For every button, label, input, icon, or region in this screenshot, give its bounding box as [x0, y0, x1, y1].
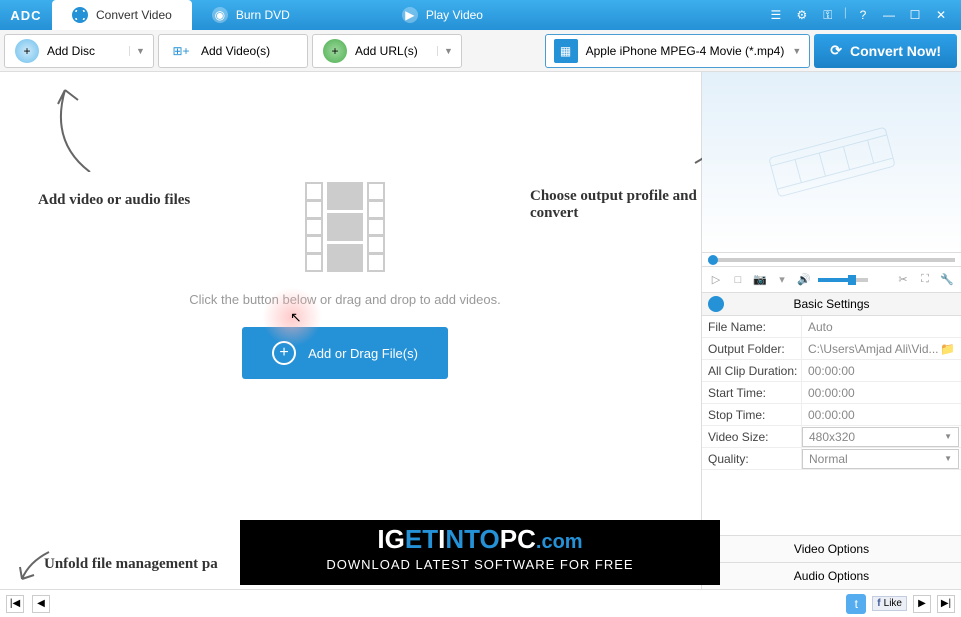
- output-profile-dropdown[interactable]: ▦ Apple iPhone MPEG-4 Movie (*.mp4) ▼: [545, 34, 811, 68]
- nav-prev-icon[interactable]: ◀: [32, 595, 50, 613]
- side-panel: ▷ □ 📷 ▾ 🔊 ✂ ⛶ 🔧 Basic Settings File Name…: [701, 72, 961, 589]
- add-drag-files-button[interactable]: + Add or Drag File(s): [242, 327, 448, 379]
- hint-add-files: Add video or audio files: [38, 192, 190, 209]
- button-label: Add Disc: [47, 44, 121, 58]
- disc-icon: ◉: [212, 7, 228, 23]
- setting-output-folder: Output Folder: C:\Users\Amjad Ali\Vid...…: [702, 338, 961, 360]
- add-urls-button[interactable]: + Add URL(s) ▼: [312, 34, 462, 68]
- video-add-icon: ⊞+: [169, 39, 193, 63]
- tab-play-video[interactable]: ▶ Play Video: [382, 0, 572, 30]
- key-icon[interactable]: ⚿: [818, 5, 838, 25]
- setting-stop-time: Stop Time: 00:00:00: [702, 404, 961, 426]
- profile-icon: ▦: [554, 39, 578, 63]
- setting-video-size: Video Size: 480x320 ▼: [702, 426, 961, 448]
- refresh-icon: ⟳: [830, 42, 842, 59]
- chevron-down-icon: ▼: [944, 432, 952, 441]
- plus-icon: +: [272, 341, 296, 365]
- menu-icon[interactable]: ☰: [766, 5, 786, 25]
- refresh-icon[interactable]: [708, 296, 724, 312]
- play-icon[interactable]: ▷: [708, 272, 724, 288]
- nav-first-icon[interactable]: |◀: [6, 595, 24, 613]
- button-label: Convert Now!: [850, 43, 941, 59]
- setting-file-name: File Name: Auto: [702, 316, 961, 338]
- duration-value: 00:00:00: [802, 360, 961, 381]
- profile-label: Apple iPhone MPEG-4 Movie (*.mp4): [586, 44, 785, 58]
- setting-quality: Quality: Normal ▼: [702, 448, 961, 470]
- watermark-overlay: IGETINTOPC.com Download Latest Software …: [240, 520, 720, 585]
- maximize-icon[interactable]: ☐: [905, 5, 925, 25]
- play-icon: ▶: [402, 7, 418, 23]
- crop-icon[interactable]: ⛶: [917, 272, 933, 288]
- basic-settings-header: Basic Settings: [702, 292, 961, 316]
- tab-burn-dvd[interactable]: ◉ Burn DVD: [192, 0, 382, 30]
- convert-icon: [72, 7, 88, 23]
- stop-icon[interactable]: □: [730, 272, 746, 288]
- output-folder-value[interactable]: C:\Users\Amjad Ali\Vid... 📁: [802, 338, 961, 359]
- start-time-value[interactable]: 00:00:00: [802, 382, 961, 403]
- film-watermark-icon: [762, 122, 902, 202]
- twitter-icon[interactable]: t: [846, 594, 866, 614]
- nav-last-icon[interactable]: ▶|: [937, 595, 955, 613]
- settings-icon[interactable]: ⚙: [792, 5, 812, 25]
- tab-label: Convert Video: [96, 8, 172, 22]
- facebook-icon: f: [877, 598, 880, 609]
- header-label: Basic Settings: [793, 297, 869, 311]
- drop-area[interactable]: Click the button below or drag and drop …: [185, 182, 505, 379]
- add-videos-button[interactable]: ⊞+ Add Video(s): [158, 34, 308, 68]
- chevron-down-icon: ▼: [437, 46, 451, 56]
- chevron-down-icon: ▼: [129, 46, 143, 56]
- snapshot-icon[interactable]: 📷: [752, 272, 768, 288]
- hint-unfold: Unfold file management pa: [44, 556, 218, 573]
- titlebar: ADC Convert Video ◉ Burn DVD ▶ Play Vide…: [0, 0, 961, 30]
- disc-add-icon: +: [15, 39, 39, 63]
- stop-time-value[interactable]: 00:00:00: [802, 404, 961, 425]
- volume-slider[interactable]: [818, 278, 868, 282]
- video-size-dropdown[interactable]: 480x320 ▼: [802, 427, 959, 447]
- seek-slider[interactable]: [702, 252, 961, 266]
- file-name-value[interactable]: Auto: [802, 316, 961, 337]
- quality-dropdown[interactable]: Normal ▼: [802, 449, 959, 469]
- nav-next-icon[interactable]: ▶: [913, 595, 931, 613]
- preview-area: [702, 72, 961, 252]
- folder-icon[interactable]: 📁: [940, 342, 955, 356]
- settings-table: File Name: Auto Output Folder: C:\Users\…: [702, 316, 961, 470]
- add-disc-button[interactable]: + Add Disc ▼: [4, 34, 154, 68]
- button-label: Add Video(s): [201, 44, 270, 58]
- toolbar: + Add Disc ▼ ⊞+ Add Video(s) + Add URL(s…: [0, 30, 961, 72]
- chevron-down-icon: ▼: [792, 46, 801, 56]
- main-panel: Add video or audio files Choose output p…: [0, 72, 701, 589]
- button-label: Add URL(s): [355, 44, 429, 58]
- statusbar: |◀ ◀ t f Like ▶ ▶|: [0, 589, 961, 617]
- cut-icon[interactable]: ✂: [895, 272, 911, 288]
- chevron-down-icon: ▼: [944, 454, 952, 463]
- globe-icon: +: [323, 39, 347, 63]
- audio-options-button[interactable]: Audio Options: [702, 562, 961, 589]
- preview-controls: ▷ □ 📷 ▾ 🔊 ✂ ⛶ 🔧: [702, 266, 961, 292]
- facebook-like-button[interactable]: f Like: [872, 596, 907, 611]
- volume-icon[interactable]: 🔊: [796, 272, 812, 288]
- setting-clip-duration: All Clip Duration: 00:00:00: [702, 360, 961, 382]
- hint-arrow: [40, 82, 100, 172]
- help-icon[interactable]: ?: [853, 5, 873, 25]
- video-options-button[interactable]: Video Options: [702, 535, 961, 562]
- tab-label: Burn DVD: [236, 8, 290, 22]
- setting-start-time: Start Time: 00:00:00: [702, 382, 961, 404]
- close-icon[interactable]: ✕: [931, 5, 951, 25]
- tab-label: Play Video: [426, 8, 483, 22]
- button-label: Add or Drag File(s): [308, 346, 418, 361]
- minimize-icon[interactable]: —: [879, 5, 899, 25]
- convert-now-button[interactable]: ⟳ Convert Now!: [814, 34, 957, 68]
- chevron-down-icon[interactable]: ▾: [774, 272, 790, 288]
- tools-icon[interactable]: 🔧: [939, 272, 955, 288]
- film-icon: [305, 182, 385, 272]
- app-logo: ADC: [0, 0, 52, 30]
- tab-convert-video[interactable]: Convert Video: [52, 0, 192, 30]
- drop-hint-text: Click the button below or drag and drop …: [185, 292, 505, 307]
- hint-choose-profile: Choose output profile and convert: [530, 188, 701, 222]
